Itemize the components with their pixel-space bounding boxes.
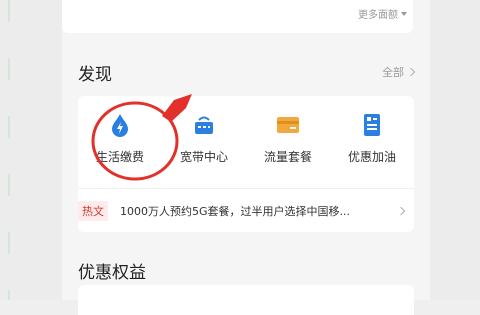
recharge-card: 更多面额: [62, 0, 413, 33]
hot-article-text: 1000万人预约5G套餐，过半用户选择中国移...: [120, 205, 351, 218]
benefits-section-title: 优惠权益: [78, 263, 146, 283]
router-icon: [191, 112, 217, 138]
caret-down-icon: [401, 11, 407, 16]
data-card-icon: [275, 112, 301, 138]
benefits-card: [78, 285, 414, 315]
hot-article-row[interactable]: 热文 1000万人预约5G套餐，过半用户选择中国移...: [78, 196, 414, 226]
lightning-drop-icon: [107, 112, 133, 138]
service-label: 宽带中心: [179, 150, 228, 164]
background-edge-line: [8, 0, 10, 300]
service-life-payment[interactable]: 生活缴费: [78, 112, 162, 172]
discover-card: 生活缴费 宽带中心 流量套餐 优惠加油 热文 1000万人预约5G套餐，过半用户…: [78, 96, 414, 232]
service-fuel-discount[interactable]: 优惠加油: [330, 112, 414, 172]
chevron-right-icon: [406, 67, 416, 77]
chevron-right-icon: [396, 206, 406, 216]
fuel-station-icon: [359, 112, 385, 138]
view-all-link[interactable]: 全部: [382, 64, 416, 80]
right-background-strip: [430, 0, 480, 300]
service-broadband-center[interactable]: 宽带中心: [162, 112, 246, 172]
discover-section-title: 发现: [78, 65, 112, 85]
phone-screen: 更多面额 发现 全部 生活缴费 宽带中心 流量套餐 优惠加油 热文 1000万人…: [62, 0, 430, 315]
hot-tag-badge: 热文: [78, 201, 108, 221]
service-label: 优惠加油: [347, 150, 396, 164]
view-all-label: 全部: [382, 66, 404, 79]
service-data-package[interactable]: 流量套餐: [246, 112, 330, 172]
card-divider: [78, 188, 414, 189]
service-label: 流量套餐: [263, 150, 312, 164]
left-background-strip: [0, 0, 62, 300]
service-label: 生活缴费: [95, 150, 144, 164]
more-amount-label: 更多面额: [358, 10, 398, 21]
more-amount-link[interactable]: 更多面额: [358, 6, 407, 21]
